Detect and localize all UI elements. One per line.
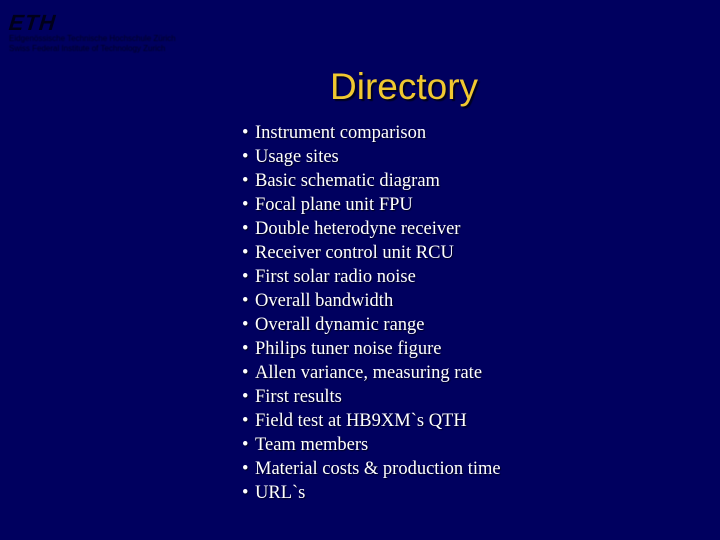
list-item: • First results [242, 385, 501, 409]
bullet-icon: • [242, 363, 249, 383]
list-item-label: Philips tuner noise figure [255, 339, 442, 359]
list-item: • URL`s [242, 481, 501, 505]
bullet-icon: • [242, 411, 249, 431]
list-item-label: First solar radio noise [255, 267, 416, 287]
list-item-label: Double heterodyne receiver [255, 219, 461, 239]
directory-list: • Instrument comparison • Usage sites • Bas… [242, 121, 501, 505]
list-item: • Overall dynamic range [242, 313, 501, 337]
list-item: • Philips tuner noise figure [242, 337, 501, 361]
bullet-icon: • [242, 435, 249, 455]
bullet-icon: • [242, 123, 249, 143]
bullet-icon: • [242, 459, 249, 479]
bullet-icon: • [242, 291, 249, 311]
list-item-label: Instrument comparison [255, 123, 427, 143]
list-item: • Material costs & production time [242, 457, 501, 481]
list-item: • Instrument comparison [242, 121, 501, 145]
list-item-label: Overall bandwidth [255, 291, 394, 311]
bullet-icon: • [242, 195, 249, 215]
list-item: • Field test at HB9XM`s QTH [242, 409, 501, 433]
slide-title: Directory [330, 66, 479, 107]
list-item-label: Focal plane unit FPU [255, 195, 413, 215]
list-item-label: Material costs & production time [255, 459, 501, 479]
list-item-label: Team members [255, 435, 369, 455]
list-item: • Allen variance, measuring rate [242, 361, 501, 385]
list-item: • Receiver control unit RCU [242, 241, 501, 265]
list-item: • Overall bandwidth [242, 289, 501, 313]
list-item: • Double heterodyne receiver [242, 217, 501, 241]
bullet-icon: • [242, 315, 249, 335]
list-item-label: Field test at HB9XM`s QTH [255, 411, 467, 431]
list-item: • Team members [242, 433, 501, 457]
list-item-label: Usage sites [255, 147, 339, 167]
bullet-icon: • [242, 147, 249, 167]
list-item-label: Receiver control unit RCU [255, 243, 454, 263]
eth-logo-line-2: Swiss Federal Institute of Technology Zu… [9, 44, 166, 53]
bullet-icon: • [242, 267, 249, 287]
bullet-icon: • [242, 387, 249, 407]
list-item-label: First results [255, 387, 342, 407]
bullet-icon: • [242, 171, 249, 191]
list-item: • First solar radio noise [242, 265, 501, 289]
list-item-label: Basic schematic diagram [255, 171, 440, 191]
bullet-icon: • [242, 483, 249, 503]
list-item-label: Allen variance, measuring rate [255, 363, 483, 383]
list-item: • Focal plane unit FPU [242, 193, 501, 217]
list-item: • Usage sites [242, 145, 501, 169]
eth-logo-mark: ETH [7, 10, 58, 35]
eth-logo-line-1: Eidgenössische Technische Hochschule Zür… [9, 34, 176, 43]
bullet-icon: • [242, 339, 249, 359]
list-item-label: Overall dynamic range [255, 315, 425, 335]
list-item: • Basic schematic diagram [242, 169, 501, 193]
bullet-icon: • [242, 243, 249, 263]
bullet-icon: • [242, 219, 249, 239]
list-item-label: URL`s [255, 483, 306, 503]
eth-logo: ETH Eidgenössische Technische Hochschule… [7, 10, 176, 54]
